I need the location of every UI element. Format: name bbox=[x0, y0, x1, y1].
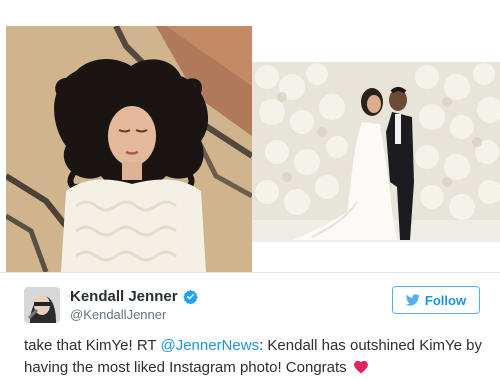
author-name-row: Kendall Jenner bbox=[70, 288, 198, 305]
tweet-text: take that KimYe! RT @JennerNews: Kendall… bbox=[24, 335, 494, 379]
twitter-bird-icon bbox=[405, 294, 420, 306]
photo-right[interactable] bbox=[252, 62, 500, 242]
follow-label: Follow bbox=[424, 292, 467, 308]
tweet-text-part1: take that KimYe! RT bbox=[24, 337, 161, 354]
tweet-card: Kendall Jenner @KendallJenner Follow tak… bbox=[0, 273, 500, 379]
handle[interactable]: @KendallJenner bbox=[70, 307, 166, 322]
heart-icon bbox=[353, 360, 368, 374]
photo-area bbox=[0, 0, 500, 272]
display-name[interactable]: Kendall Jenner bbox=[70, 288, 178, 305]
follow-button[interactable]: Follow bbox=[392, 286, 480, 314]
mention-link[interactable]: @JennerNews bbox=[160, 337, 259, 354]
verified-badge-icon bbox=[182, 289, 198, 304]
avatar[interactable] bbox=[24, 287, 60, 323]
photo-left[interactable] bbox=[6, 26, 252, 272]
